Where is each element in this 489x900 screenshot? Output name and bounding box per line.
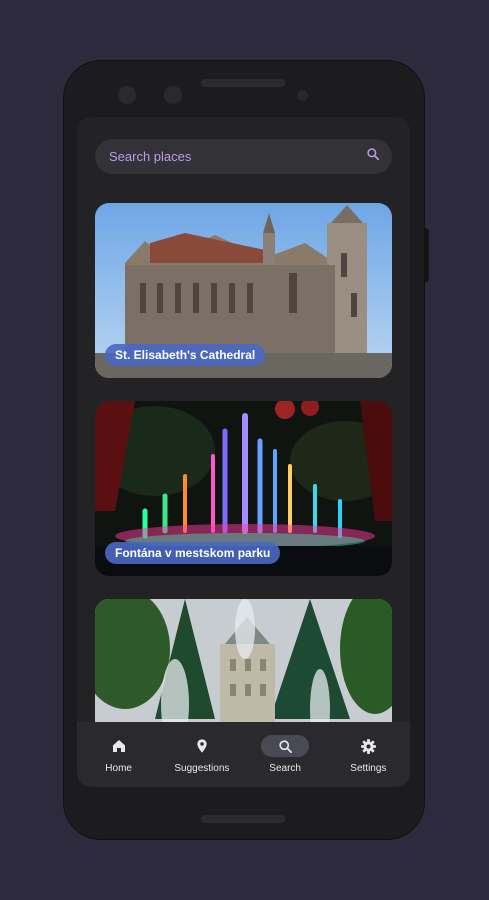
- bottom-speaker: [201, 815, 285, 823]
- gear-icon: [344, 735, 392, 757]
- nav-item-settings[interactable]: Settings: [328, 735, 408, 774]
- location-pin-icon: [178, 735, 226, 757]
- proximity-sensor: [297, 90, 308, 101]
- search-icon: [261, 735, 310, 757]
- search-icon[interactable]: [366, 147, 380, 166]
- nav-item-home[interactable]: Home: [79, 735, 159, 774]
- bottom-navigation: Home Suggestions Search Settings: [77, 722, 410, 787]
- app-screen: St. Elisabeth's Cathedral: [77, 117, 410, 787]
- earpiece-speaker: [201, 79, 285, 87]
- place-card-label: Fontána v mestskom parku: [105, 542, 281, 564]
- nav-item-suggestions[interactable]: Suggestions: [162, 735, 242, 774]
- place-card-fountain[interactable]: Fontána v mestskom parku: [95, 401, 392, 576]
- search-bar[interactable]: [95, 139, 392, 174]
- front-camera-2: [164, 86, 182, 104]
- place-card-label: St. Elisabeth's Cathedral: [105, 344, 266, 366]
- nav-label: Search: [269, 763, 301, 774]
- nav-label: Settings: [350, 763, 387, 774]
- place-card-cathedral[interactable]: St. Elisabeth's Cathedral: [95, 203, 392, 378]
- home-icon: [95, 735, 143, 757]
- power-button: [425, 228, 429, 282]
- search-input[interactable]: [107, 148, 351, 165]
- nav-item-search[interactable]: Search: [245, 735, 325, 774]
- front-camera: [118, 86, 136, 104]
- nav-label: Suggestions: [174, 763, 230, 774]
- nav-label: Home: [105, 763, 132, 774]
